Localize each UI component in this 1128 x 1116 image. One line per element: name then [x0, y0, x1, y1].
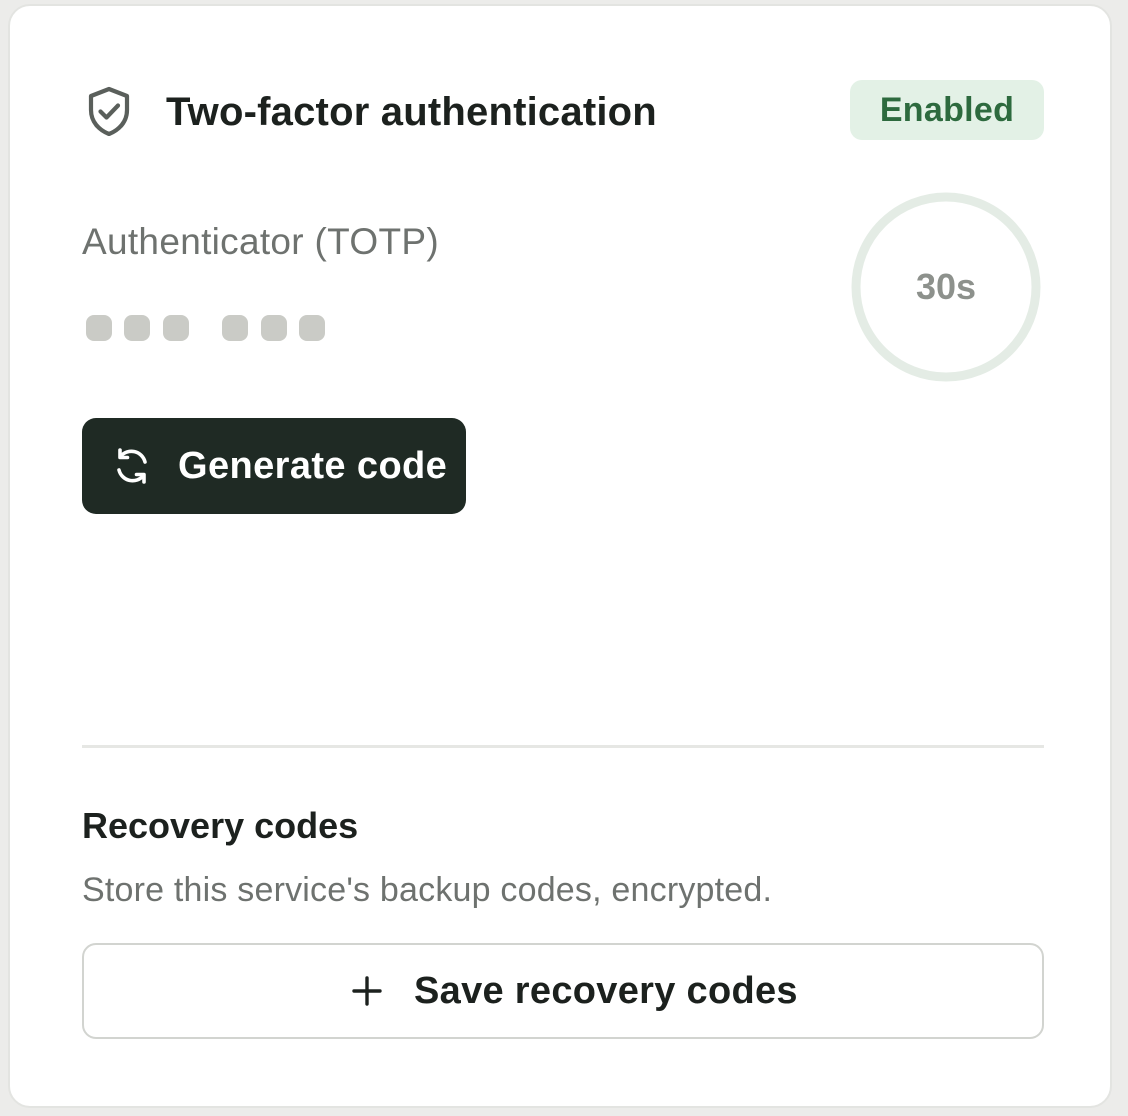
code-digit-placeholder [261, 315, 287, 341]
code-digit-placeholder [222, 315, 248, 341]
refresh-icon [117, 448, 147, 484]
section-divider [82, 745, 1044, 748]
timer-label: 30s [915, 266, 977, 307]
save-recovery-codes-label: Save recovery codes [414, 970, 798, 1012]
code-digit-placeholder [299, 315, 325, 341]
code-digit-placeholder [86, 315, 112, 341]
generate-code-button[interactable]: Generate code [82, 418, 466, 514]
method-label: Authenticator (TOTP) [82, 221, 439, 262]
status-badge: Enabled [850, 80, 1044, 140]
card-title: Two-factor authentication [166, 90, 657, 134]
code-digit-placeholder [163, 315, 189, 341]
countdown-timer: 30s [848, 189, 1044, 385]
shield-check-icon [88, 86, 130, 136]
plus-icon [352, 976, 382, 1006]
generate-code-label: Generate code [178, 445, 448, 487]
two-factor-card: Two-factor authentication Enabled Authen… [8, 4, 1112, 1108]
recovery-description: Store this service's backup codes, encry… [82, 871, 773, 909]
save-recovery-codes-button[interactable]: Save recovery codes [82, 943, 1044, 1039]
code-digit-placeholder [124, 315, 150, 341]
card-header: Two-factor authentication Enabled [82, 80, 1044, 142]
recovery-section-title: Recovery codes [82, 805, 359, 846]
